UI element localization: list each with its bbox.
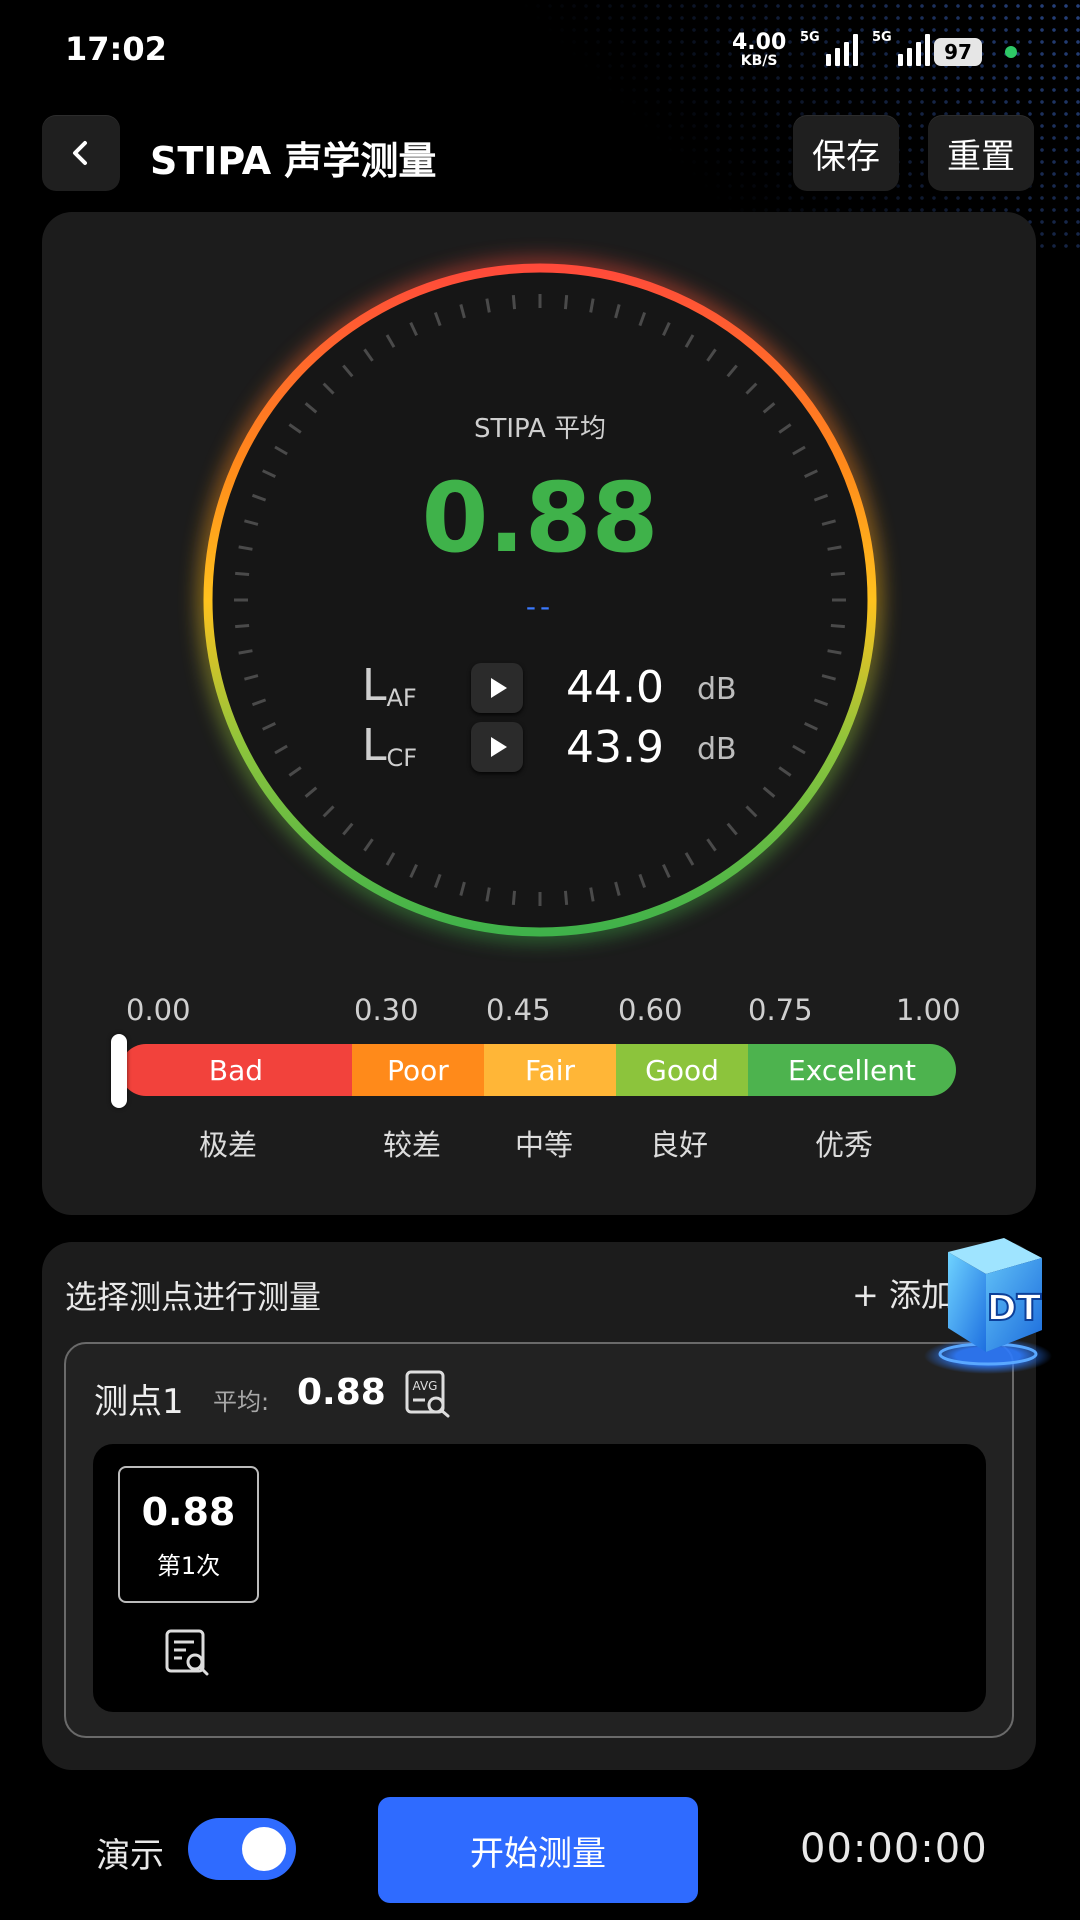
- scale-segment-fair: Fair: [484, 1044, 616, 1096]
- gauge-tick: [511, 890, 517, 905]
- gauge-tick: [563, 295, 569, 310]
- demo-toggle[interactable]: [188, 1818, 296, 1880]
- gauge-tick: [235, 623, 250, 629]
- select-point-label: 选择测点进行测量: [65, 1278, 322, 1316]
- avg-report-icon[interactable]: AVG: [405, 1370, 453, 1418]
- scale-tick: 0.00: [126, 993, 191, 1027]
- start-measurement-button[interactable]: 开始测量: [378, 1797, 698, 1903]
- scale-tick: 0.60: [618, 993, 683, 1027]
- run-result-card[interactable]: [118, 1466, 259, 1603]
- report-view-icon[interactable]: [164, 1628, 212, 1676]
- scale-tick: 0.75: [748, 993, 813, 1027]
- dt-logo: DT: [924, 1238, 1052, 1374]
- run-value: 0.88: [141, 1490, 236, 1534]
- laf-unit: dB: [697, 672, 737, 707]
- svg-text:DT: DT: [987, 1288, 1042, 1329]
- scale-segment-good: Good: [616, 1044, 748, 1096]
- measurement-timer: 00:00:00: [800, 1826, 988, 1872]
- scale-cursor: [111, 1034, 127, 1108]
- scale-tick: 0.30: [354, 993, 419, 1027]
- lcf-value: 43.9: [566, 722, 664, 773]
- scale-tick: 0.45: [486, 993, 551, 1027]
- scale-tick: 1.00: [896, 993, 961, 1027]
- gauge-tick: [830, 623, 845, 629]
- gauge-tick: [563, 890, 569, 905]
- lcf-unit: dB: [697, 732, 737, 767]
- gauge-tick: [511, 295, 517, 310]
- scale-segment-excellent: Excellent: [748, 1044, 956, 1096]
- point-average-value: 0.88: [297, 1372, 386, 1413]
- run-label: 第1次: [156, 1552, 221, 1580]
- laf-value: 44.0: [566, 662, 664, 713]
- stipa-average-value: 0.88: [421, 462, 659, 574]
- lcf-play-button[interactable]: [471, 722, 523, 772]
- point-name: 测点1: [94, 1382, 184, 1422]
- scale-label-cn: 良好: [650, 1128, 709, 1162]
- point-average-label: 平均:: [213, 1388, 270, 1416]
- svg-text:AVG: AVG: [413, 1379, 438, 1393]
- demo-label: 演示: [96, 1836, 164, 1876]
- quality-scale-bar: Bad Poor Fair Good Excellent: [120, 1044, 956, 1096]
- scale-segment-poor: Poor: [352, 1044, 484, 1096]
- laf-label: LAF: [362, 660, 417, 712]
- scale-label-cn: 中等: [515, 1128, 574, 1162]
- scale-label-cn: 极差: [199, 1128, 258, 1162]
- stipa-sub-value: --: [525, 590, 555, 623]
- scale-segment-bad: Bad: [120, 1044, 352, 1096]
- laf-play-button[interactable]: [471, 663, 523, 713]
- stipa-average-label: STIPA 平均: [473, 414, 607, 444]
- scale-label-cn: 优秀: [815, 1128, 874, 1162]
- scale-label-cn: 较差: [383, 1128, 442, 1162]
- lcf-label: LCF: [362, 720, 418, 772]
